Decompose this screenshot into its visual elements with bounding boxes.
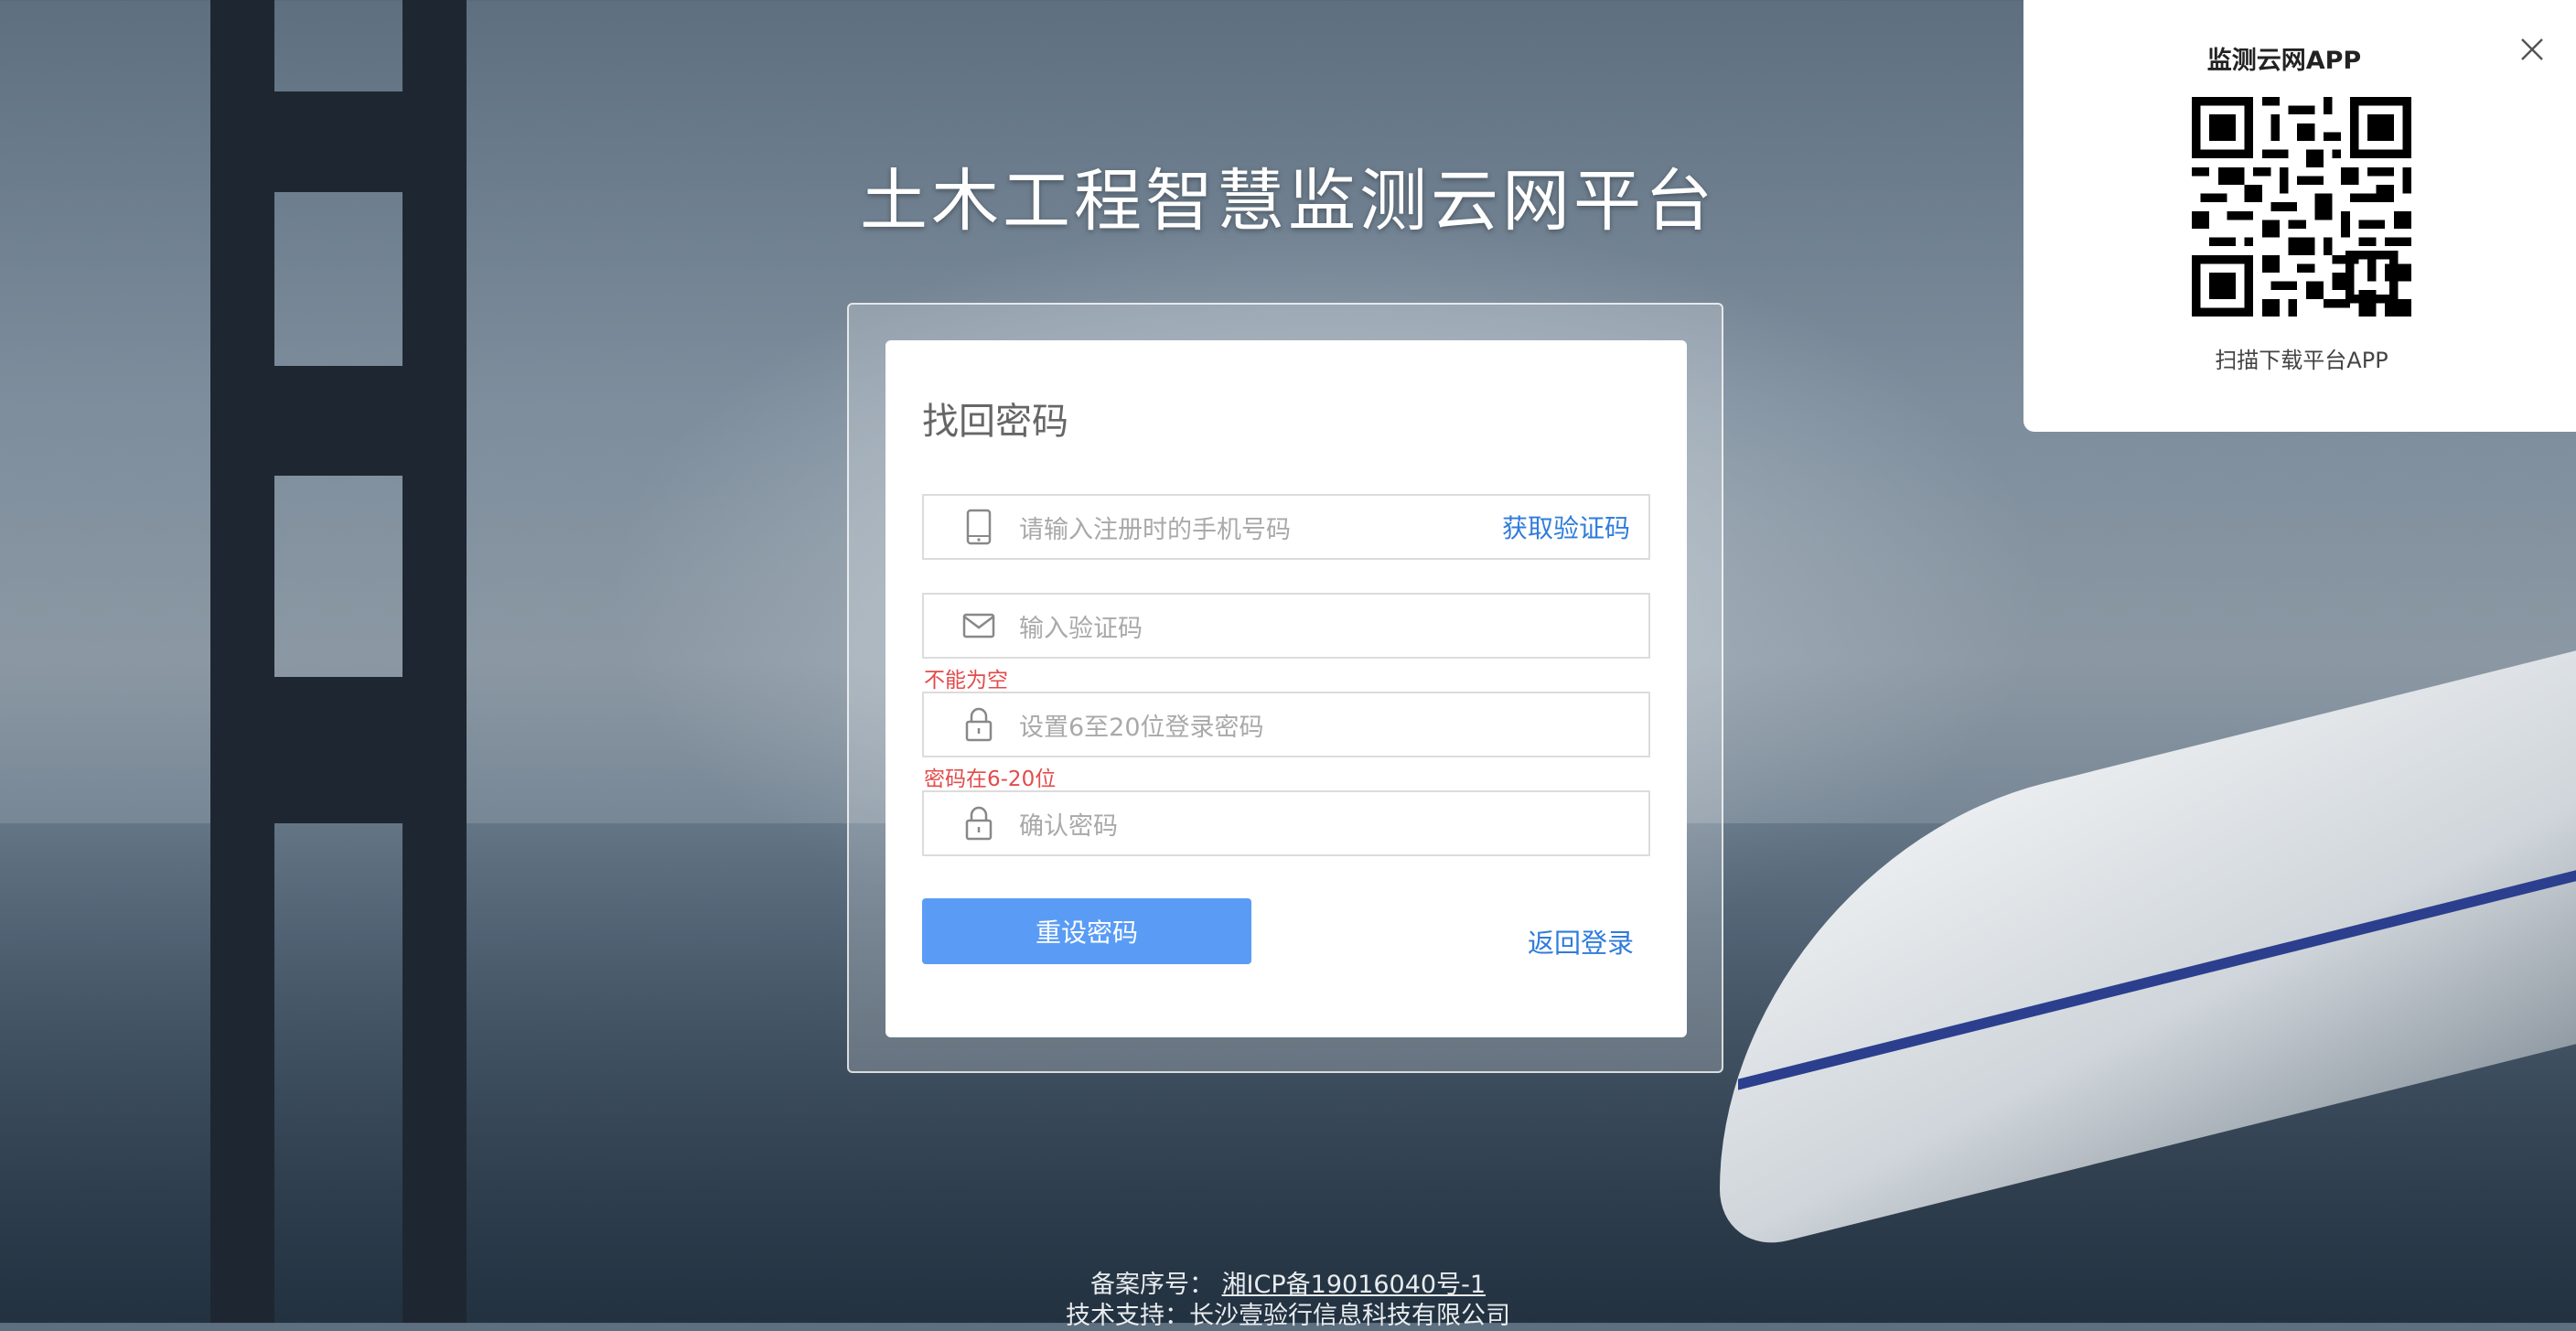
get-code-button[interactable]: 获取验证码 bbox=[1502, 509, 1630, 545]
envelope-icon bbox=[961, 607, 997, 644]
qr-code-image bbox=[2192, 97, 2411, 317]
close-icon[interactable] bbox=[2519, 37, 2545, 62]
form-title: 找回密码 bbox=[922, 401, 1068, 443]
support-text: 技术支持：长沙壹验行信息科技有限公司 bbox=[1066, 1302, 1510, 1330]
code-placeholder: 输入验证码 bbox=[1019, 614, 1143, 643]
confirm-password-field[interactable]: 确认密码 bbox=[922, 790, 1650, 856]
code-error-message: 不能为空 bbox=[924, 669, 1008, 692]
password-error-message: 密码在6-20位 bbox=[924, 767, 1057, 791]
reset-password-button[interactable]: 重设密码 bbox=[922, 898, 1251, 964]
qr-panel-title: 监测云网APP bbox=[2206, 47, 2362, 75]
reset-password-card: 找回密码 请输入注册时的手机号码 获取验证码 输入验证码 不能为空 设置6至20… bbox=[886, 340, 1687, 1037]
password-placeholder: 设置6至20位登录密码 bbox=[1019, 713, 1264, 742]
phone-placeholder: 请输入注册时的手机号码 bbox=[1019, 515, 1291, 544]
lock-icon bbox=[961, 805, 997, 842]
app-download-panel: 监测云网APP 扫描下载平台APP bbox=[2023, 0, 2576, 432]
mobile-phone-icon bbox=[961, 509, 997, 545]
footer-support: 技术支持：长沙壹验行信息科技有限公司 bbox=[0, 1295, 2576, 1331]
back-to-login-link[interactable]: 返回登录 bbox=[1528, 922, 1634, 961]
phone-field[interactable]: 请输入注册时的手机号码 获取验证码 bbox=[922, 494, 1650, 560]
lock-icon bbox=[961, 706, 997, 743]
password-field[interactable]: 设置6至20位登录密码 bbox=[922, 692, 1650, 757]
confirm-password-placeholder: 确认密码 bbox=[1019, 811, 1118, 841]
qr-caption: 扫描下载平台APP bbox=[2215, 348, 2388, 373]
verification-code-field[interactable]: 输入验证码 bbox=[922, 593, 1650, 659]
